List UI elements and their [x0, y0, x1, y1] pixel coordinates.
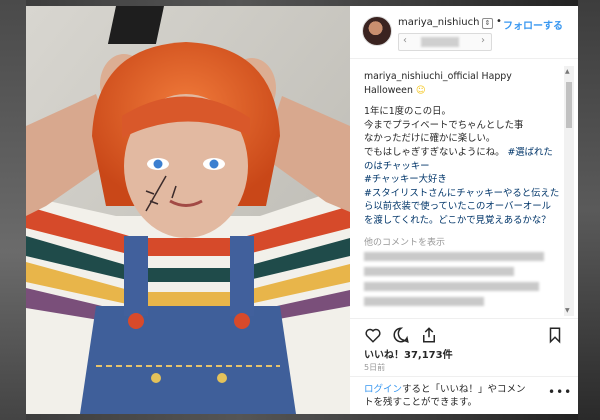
share-icon[interactable] — [420, 326, 438, 344]
scrollbar[interactable]: ▲ ▼ — [564, 66, 574, 316]
post-side-panel: mariya_nishiuch ⇕ • フォローする ‹ › mariya_ni… — [350, 6, 578, 414]
post-time[interactable]: 5日前 — [364, 362, 385, 373]
blurred-content — [421, 37, 459, 47]
heart-icon[interactable] — [364, 326, 382, 344]
post-photo[interactable] — [26, 6, 350, 414]
photo-illustration — [26, 6, 350, 414]
avatar[interactable] — [362, 16, 392, 46]
chevron-right-icon[interactable]: › — [481, 35, 485, 46]
separator-dot: • — [496, 16, 502, 27]
caption: mariya_nishiuchi_official Happy Hallowee… — [364, 70, 560, 228]
hashtag-link[interactable]: #スタイリストさんにチャッキーやると伝えたら以前衣装で使っていたこのオーバーオー… — [364, 188, 559, 226]
header-username[interactable]: mariya_nishiuch — [398, 17, 479, 28]
caption-line: 1年に1度のこの日。 — [364, 106, 451, 118]
follow-button[interactable]: フォローする — [503, 17, 563, 32]
chevron-up-down-icon[interactable]: ⇕ — [482, 18, 493, 29]
like-count[interactable]: いいね！37,173件 — [364, 346, 453, 361]
post-navigation: ‹ › — [398, 33, 492, 51]
smile-emoji-icon: ☺ — [415, 84, 426, 96]
blurred-comments — [364, 252, 554, 322]
backdrop-left-strip — [0, 0, 26, 420]
scroll-up-icon[interactable]: ▲ — [565, 68, 570, 75]
comment-icon[interactable] — [392, 326, 410, 344]
post-actions — [350, 318, 578, 347]
chevron-left-icon[interactable]: ‹ — [403, 35, 407, 46]
post-header: mariya_nishiuch ⇕ • フォローする ‹ › — [350, 6, 578, 59]
login-prompt: ログインすると「いいね！」やコメントを残すことができます。 ••• — [350, 376, 578, 415]
login-link[interactable]: ログイン — [364, 384, 402, 395]
scroll-down-icon[interactable]: ▼ — [565, 307, 570, 314]
hashtag-link[interactable]: #チャッキー大好き — [364, 174, 447, 185]
caption-line: でもはしゃぎすぎないようにね。 — [364, 146, 505, 158]
backdrop-right-strip — [578, 0, 600, 420]
bookmark-icon[interactable] — [546, 326, 564, 344]
scrollbar-thumb[interactable] — [566, 82, 572, 128]
caption-line: 今までプライベートでちゃんとした事 — [364, 119, 524, 131]
caption-username[interactable]: mariya_nishiuchi_official — [364, 71, 479, 82]
more-options-icon[interactable]: ••• — [548, 385, 572, 399]
caption-line: なかっただけに確かに楽しい。 — [364, 133, 496, 145]
more-comments-link[interactable]: 他のコメントを表示 — [364, 235, 445, 248]
